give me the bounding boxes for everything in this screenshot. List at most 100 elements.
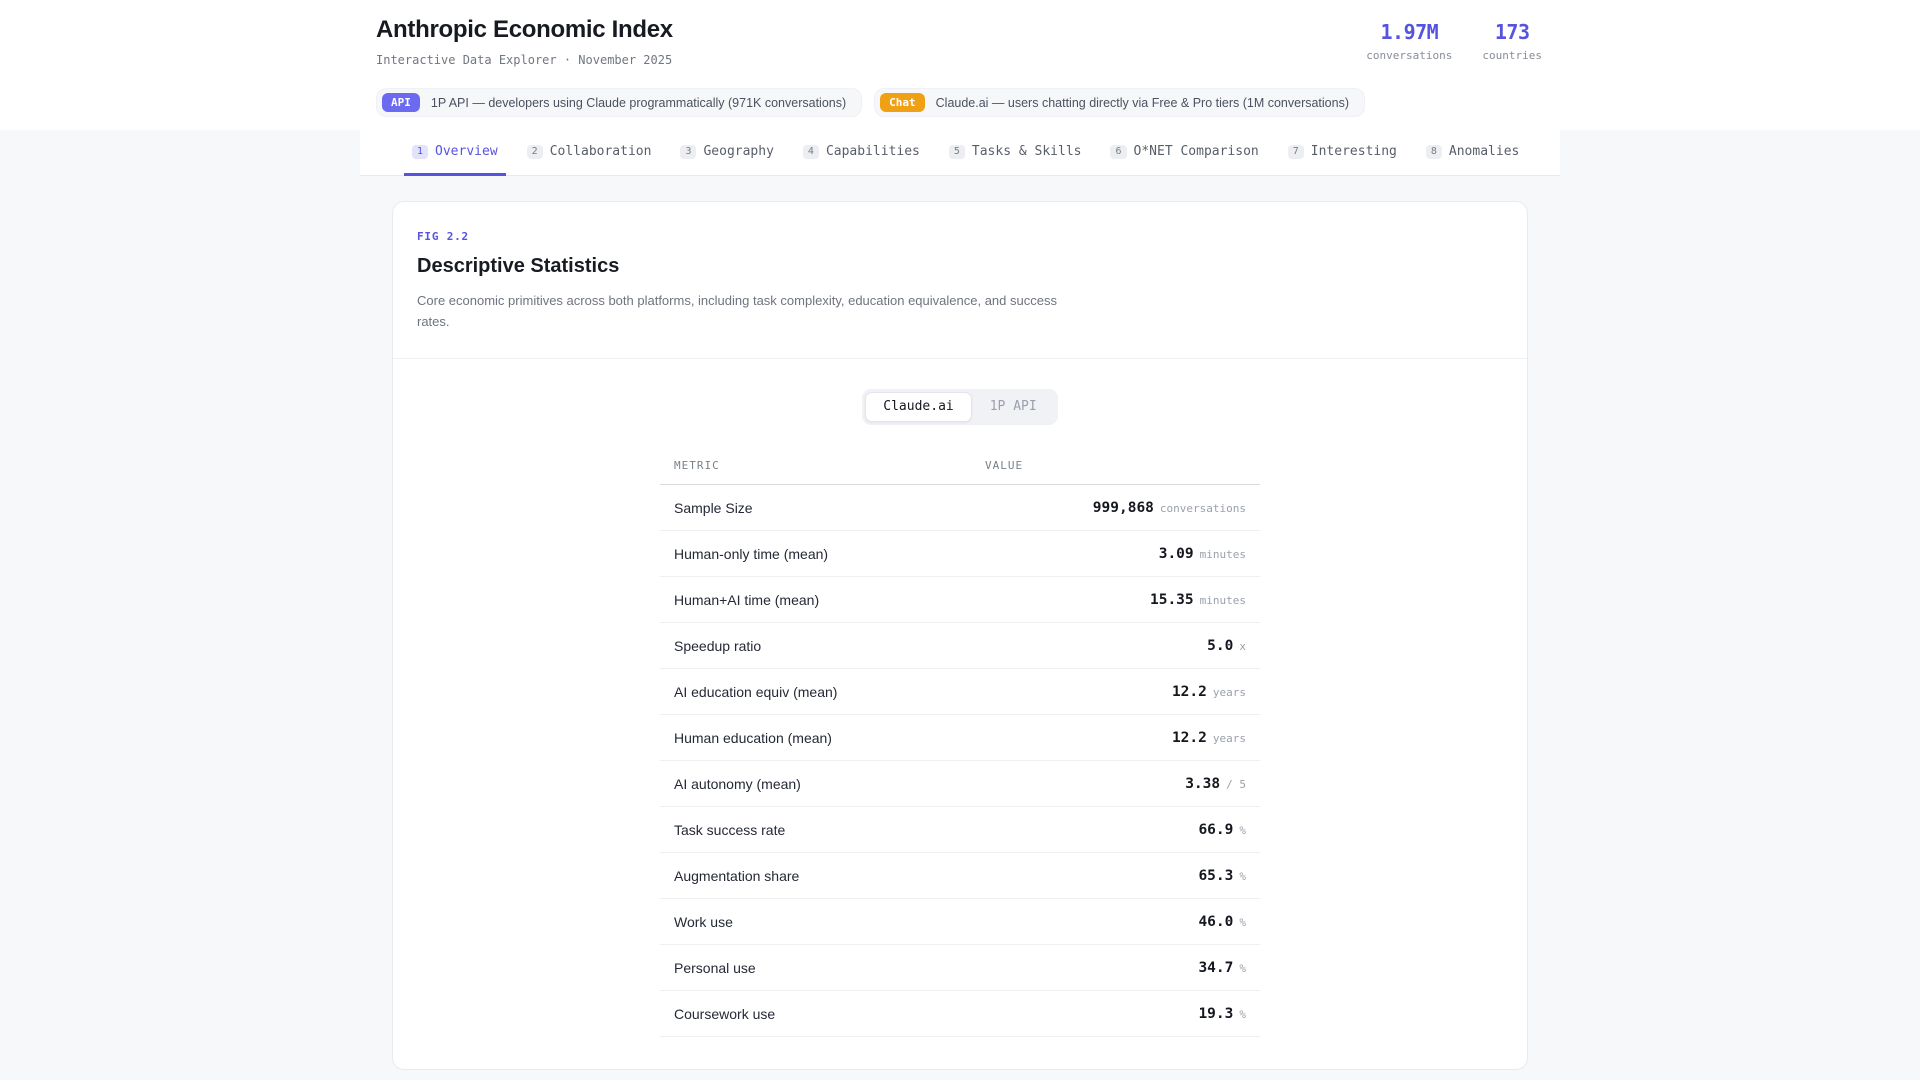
metric-value: 34.7	[1198, 959, 1234, 976]
figure-number-label: FIG 2.2	[417, 230, 469, 243]
metric-value: 65.3	[1198, 867, 1234, 884]
chat-badge: Chat	[880, 93, 925, 112]
table-row: AI education equiv (mean) 12.2 years	[660, 669, 1260, 716]
page-subtitle: Interactive Data Explorer · November 202…	[376, 53, 673, 67]
metric-label: Task success rate	[674, 821, 786, 838]
figure-card-header: FIG 2.2 Descriptive Statistics Core econ…	[393, 202, 1527, 359]
tab-bar: 1 Overview 2 Collaboration 3 Geography 4…	[0, 130, 1920, 176]
metric-label: Personal use	[674, 959, 756, 976]
tab-number-badge: 7	[1287, 144, 1304, 159]
table-row: Personal use 34.7%	[660, 945, 1260, 992]
table-row: AI autonomy (mean) 3.38 / 5	[660, 761, 1260, 808]
tab-overview[interactable]: 1 Overview	[404, 130, 506, 176]
stat-value: 1.97M	[1380, 20, 1439, 44]
column-header-metric: METRIC	[674, 459, 720, 473]
table-row: Task success rate 66.9%	[660, 807, 1260, 854]
metric-label: Speedup ratio	[674, 637, 762, 654]
api-badge: API	[382, 93, 420, 112]
metric-value: 12.2	[1171, 683, 1207, 700]
metric-unit: x	[1239, 639, 1246, 653]
metric-label: AI autonomy (mean)	[674, 775, 801, 792]
stat-label: conversations	[1366, 49, 1453, 62]
metric-value: 3.38	[1185, 775, 1221, 792]
tab-label: Collaboration	[549, 144, 652, 159]
metric-value: 999,868	[1092, 499, 1154, 516]
metric-value: 5.0	[1207, 637, 1234, 654]
metric-unit: / 5	[1226, 777, 1246, 791]
metric-label: Human-only time (mean)	[674, 545, 829, 562]
metric-unit: years	[1212, 685, 1246, 699]
tab-capabilities[interactable]: 4 Capabilities	[795, 130, 928, 176]
toggle-option-claude-ai[interactable]: Claude.ai	[865, 391, 972, 423]
figure-title: Descriptive Statistics	[417, 255, 620, 277]
metric-unit: years	[1212, 731, 1246, 745]
metric-unit: minutes	[1199, 547, 1246, 561]
tab-collaboration[interactable]: 2 Collaboration	[519, 130, 660, 176]
stat-conversations: 1.97M conversations	[1366, 20, 1452, 62]
stat-value: 173	[1494, 20, 1530, 44]
metric-label: Sample Size	[674, 499, 753, 516]
metric-label: Coursework use	[674, 1005, 776, 1022]
table-header-row: METRIC VALUE	[660, 459, 1260, 486]
metric-value: 12.2	[1171, 729, 1207, 746]
site-header: Anthropic Economic Index Interactive Dat…	[0, 0, 1920, 130]
platform-legend: API 1P API — developers using Claude pro…	[376, 88, 1544, 117]
platform-description: Claude.ai — users chatting directly via …	[935, 95, 1349, 110]
table-row: Speedup ratio 5.0 x	[660, 623, 1260, 670]
tab-label: Overview	[435, 144, 498, 159]
metric-unit: %	[1239, 961, 1246, 975]
tab-number-badge: 1	[412, 144, 429, 159]
title-block: Anthropic Economic Index Interactive Dat…	[376, 16, 673, 67]
tab-label: Anomalies	[1448, 144, 1520, 159]
figure-card: FIG 2.2 Descriptive Statistics Core econ…	[392, 201, 1528, 1071]
stat-countries: 173 countries	[1482, 20, 1542, 62]
tab-tasks-skills[interactable]: 5 Tasks & Skills	[941, 130, 1090, 176]
tab-label: O*NET Comparison	[1133, 144, 1259, 159]
statistics-table: METRIC VALUE Sample Size 999,868 conversa…	[660, 459, 1260, 1038]
metric-unit: %	[1239, 915, 1246, 929]
table-row: Augmentation share 65.3%	[660, 853, 1260, 900]
tab-number-badge: 5	[948, 144, 965, 159]
metric-value: 15.35	[1149, 591, 1194, 608]
toggle-option-1p-api[interactable]: 1P API	[972, 392, 1055, 422]
tab-number-badge: 2	[526, 144, 543, 159]
figure-description: Core economic primitives across both pla…	[417, 293, 1057, 330]
tab-number-badge: 6	[1110, 144, 1127, 159]
tab-geography[interactable]: 3 Geography	[672, 130, 781, 176]
table-row: Human education (mean) 12.2 years	[660, 715, 1260, 762]
table-row: Human+AI time (mean) 15.35 minutes	[660, 577, 1260, 624]
metric-value: 19.3	[1198, 1005, 1234, 1022]
tab-onet-comparison[interactable]: 6 O*NET Comparison	[1102, 130, 1266, 176]
table-row: Work use 46.0%	[660, 899, 1260, 946]
table-row: Human-only time (mean) 3.09 minutes	[660, 531, 1260, 578]
table-row: Sample Size 999,868 conversations	[660, 485, 1260, 532]
metric-label: Work use	[674, 913, 733, 930]
metric-unit: minutes	[1199, 593, 1246, 607]
metric-unit: %	[1239, 1007, 1246, 1021]
metric-value: 66.9	[1198, 821, 1234, 838]
tab-label: Tasks & Skills	[971, 144, 1082, 159]
tab-anomalies[interactable]: 8 Anomalies	[1418, 130, 1527, 176]
platform-pill-chat: Chat Claude.ai — users chatting directly…	[874, 88, 1365, 117]
tab-number-badge: 3	[680, 144, 697, 159]
platform-pill-api: API 1P API — developers using Claude pro…	[376, 88, 863, 117]
tab-label: Geography	[703, 144, 774, 159]
main-content: FIG 2.2 Descriptive Statistics Core econ…	[0, 201, 1920, 1080]
tab-number-badge: 4	[802, 144, 819, 159]
metric-value: 46.0	[1198, 913, 1234, 930]
metric-unit: %	[1239, 869, 1246, 883]
stat-label: countries	[1482, 49, 1542, 62]
figure-card-body: Claude.ai 1P API METRIC VALUE Sample Siz…	[393, 359, 1527, 1069]
metric-value: 3.09	[1158, 545, 1194, 562]
metric-unit: conversations	[1159, 501, 1246, 515]
metric-unit: %	[1239, 823, 1246, 837]
column-header-value: VALUE	[985, 459, 1024, 473]
metric-label: AI education equiv (mean)	[674, 683, 838, 700]
page-title: Anthropic Economic Index	[376, 16, 673, 43]
platform-description: 1P API — developers using Claude program…	[430, 95, 847, 110]
header-stats: 1.97M conversations 173 countries	[1366, 20, 1544, 62]
metric-label: Human+AI time (mean)	[674, 591, 820, 608]
metric-label: Human education (mean)	[674, 729, 832, 746]
tab-interesting[interactable]: 7 Interesting	[1280, 130, 1405, 176]
tab-label: Capabilities	[825, 144, 920, 159]
